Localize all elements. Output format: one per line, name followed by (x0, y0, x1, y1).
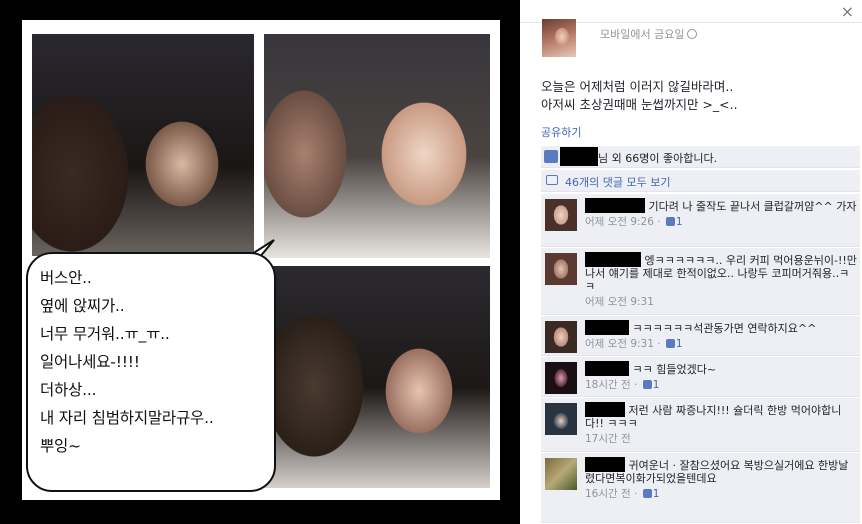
bubble-line: 일어나세요-!!!! (40, 353, 140, 371)
time-separator: · (630, 488, 641, 500)
bubble-line: 버스안.. (40, 269, 92, 287)
redacted-name (585, 198, 645, 213)
likes-summary: 님 외 66명이 좋아합니다. (541, 146, 860, 168)
comment-body: 귀여운너 · 잘참으셨어요 복방으실거에요 한방날렸다면복이화가되었을텐데요 1… (585, 457, 857, 501)
post-text-line: 오늘은 어제처럼 이러지 않길바라며.. (541, 79, 734, 94)
close-icon[interactable]: × (841, 4, 854, 20)
comment-meta: 18시간 전 · 1 (585, 379, 857, 392)
comment-text: 기다려 나 줄작도 끝나서 클럽갈꺼얌^^ 가자 (648, 200, 857, 213)
comment-body: 엥ㅋㅋㅋㅋㅋㅋ.. 우리 커피 먹어용운뉘이-!!만나서 얘기를 제대로 한적이… (585, 252, 857, 309)
view-all-comments[interactable]: 46개의 댓글 모두 보기 (541, 170, 860, 192)
commenter-avatar[interactable] (545, 321, 577, 353)
thumbs-up-icon (665, 217, 675, 226)
photo-viewer[interactable]: 버스안.. 옆에 앉찌가.. 너무 무거워..ㅠ_ㅠ.. 일어나세요-!!!! … (0, 0, 520, 524)
comment-time[interactable]: 어제 오전 9:31 (585, 338, 654, 350)
share-link[interactable]: 공유하기 (541, 124, 581, 140)
redacted-name (585, 457, 625, 472)
comment-text: ㅋㅋ 힘들었겠다~ (632, 363, 717, 376)
comment-time[interactable]: 17시간 전 (585, 433, 631, 445)
comment-time[interactable]: 어제 오전 9:26 (585, 216, 654, 228)
speech-bubble: 버스안.. 옆에 앉찌가.. 너무 무거워..ㅠ_ㅠ.. 일어나세요-!!!! … (26, 252, 276, 492)
thumbs-up-icon (665, 339, 675, 348)
comment-text: 귀여운너 · 잘참으셨어요 복방으실거에요 한방날렸다면복이화가되었을텐데요 (585, 459, 849, 485)
photo-panel-top-right (264, 34, 490, 258)
comment-time[interactable]: 18시간 전 (585, 379, 631, 391)
comment-item: 기다려 나 줄작도 끝나서 클럽갈꺼얌^^ 가자 어제 오전 9:26 · 1 (541, 194, 860, 247)
time-separator: · (653, 216, 664, 228)
comment-item: 귀여운너 · 잘참으셨어요 복방으실거에요 한방날렸다면복이화가되었을텐데요 1… (541, 453, 860, 523)
bubble-line: 내 자리 침범하지말라규우.. (40, 409, 214, 427)
redacted-name (585, 252, 641, 267)
thumbs-up-icon (544, 150, 558, 163)
comment-body: ㅋㅋㅋㅋㅋㅋ석관동가면 연락하지요^^ 어제 오전 9:31 · 1 (585, 320, 857, 351)
comment-item: ㅋㅋㅋㅋㅋㅋ석관동가면 연락하지요^^ 어제 오전 9:31 · 1 (541, 316, 860, 356)
commenter-avatar[interactable] (545, 458, 577, 490)
thumbs-up-icon (642, 489, 652, 498)
comment-body: 기다려 나 줄작도 끝나서 클럽갈꺼얌^^ 가자 어제 오전 9:26 · 1 (585, 198, 857, 229)
likes-text[interactable]: 님 외 66명이 좋아합니다. (598, 150, 717, 166)
poster-avatar[interactable] (542, 19, 576, 57)
comment-item: ㅋㅋ 힘들었겠다~ 18시간 전 · 1 (541, 357, 860, 397)
redacted-name (585, 361, 629, 376)
redacted-name (560, 147, 598, 166)
comment-like-count[interactable]: 1 (676, 216, 683, 228)
bubble-line: 옆에 앉찌가.. (40, 297, 125, 315)
comment-icon (546, 175, 558, 185)
post-text: 오늘은 어제처럼 이러지 않길바라며.. 아저씨 초상권때매 눈썹까지만 >_<… (541, 78, 738, 114)
thumbs-up-icon (642, 380, 652, 389)
photo-panel-bottom-right (264, 266, 490, 488)
bubble-line: 너무 무거워..ㅠ_ㅠ.. (40, 325, 170, 343)
time-separator: · (653, 338, 664, 350)
comment-meta: 어제 오전 9:31 · 1 (585, 338, 857, 351)
post-source-time[interactable]: 모바일에서 금요일 (600, 28, 684, 41)
post-meta: 모바일에서 금요일 (600, 26, 698, 42)
photo-panel-top-left (32, 34, 254, 256)
bubble-line: 더하상... (40, 381, 97, 399)
commenter-avatar[interactable] (545, 403, 577, 435)
comment-item: 엥ㅋㅋㅋㅋㅋㅋ.. 우리 커피 먹어용운뉘이-!!만나서 얘기를 제대로 한적이… (541, 248, 860, 315)
post-text-line: 아저씨 초상권때매 눈썹까지만 >_<.. (541, 97, 738, 112)
view-all-comments-link[interactable]: 46개의 댓글 모두 보기 (565, 174, 670, 190)
commenter-avatar[interactable] (545, 253, 577, 285)
comment-text: ㅋㅋㅋㅋㅋㅋ석관동가면 연락하지요^^ (632, 322, 817, 335)
comment-body: ㅋㅋ 힘들었겠다~ 18시간 전 · 1 (585, 361, 857, 392)
comment-like-count[interactable]: 1 (676, 338, 683, 350)
comment-meta: 16시간 전 · 1 (585, 488, 857, 501)
time-separator: · (630, 379, 641, 391)
redacted-name (585, 402, 625, 417)
comment-item: 저런 사람 짜증나지!!! 슐더릭 한방 먹어야합니다!! ㅋㅋㅋ 17시간 전 (541, 398, 860, 452)
comment-body: 저런 사람 짜증나지!!! 슐더릭 한방 먹어야합니다!! ㅋㅋㅋ 17시간 전 (585, 402, 857, 446)
commenter-avatar[interactable] (545, 362, 577, 394)
redacted-name (585, 320, 629, 335)
comment-time[interactable]: 어제 오전 9:31 (585, 296, 654, 308)
comment-time[interactable]: 16시간 전 (585, 488, 631, 500)
commenter-avatar[interactable] (545, 199, 577, 231)
comment-meta: 17시간 전 (585, 433, 857, 446)
post-sidebar: × 모바일에서 금요일 오늘은 어제처럼 이러지 않길바라며.. 아저씨 초상권… (520, 0, 862, 524)
comment-meta: 어제 오전 9:31 (585, 296, 857, 309)
comment-meta: 어제 오전 9:26 · 1 (585, 216, 857, 229)
comment-like-count[interactable]: 1 (653, 379, 660, 391)
globe-icon (687, 29, 698, 39)
comment-like-count[interactable]: 1 (653, 488, 660, 500)
bubble-line: 뿌잉~ (40, 437, 81, 455)
